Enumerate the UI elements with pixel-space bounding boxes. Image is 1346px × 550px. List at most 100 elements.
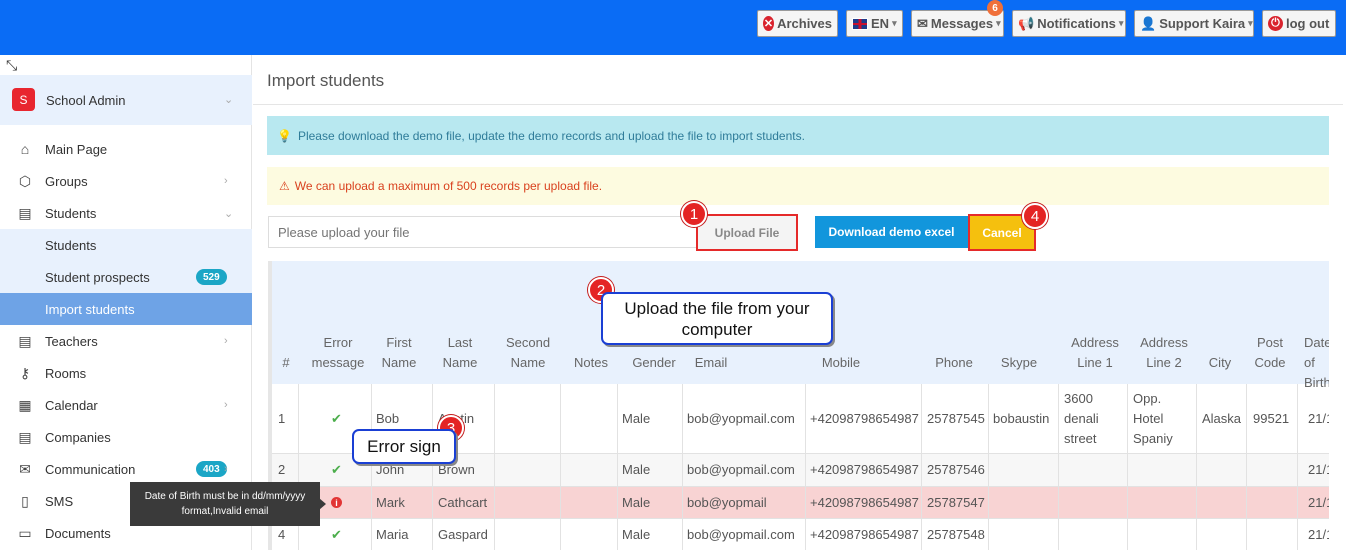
sidebar: ⤡ S School Admin ⌄ ⌂ Main Page ⬡ Groups … xyxy=(0,55,252,550)
column-divider xyxy=(371,384,372,550)
column-divider xyxy=(432,384,433,550)
cube-icon: ⬡ xyxy=(18,172,32,189)
download-demo-button[interactable]: Download demo excel xyxy=(815,216,968,248)
column-divider xyxy=(805,384,806,550)
envelope-icon: ✉ xyxy=(19,460,31,477)
sidebar-item-label: Rooms xyxy=(45,365,87,381)
sidebar-item-groups[interactable]: ⬡ Groups › xyxy=(0,165,252,197)
column-divider xyxy=(617,384,618,550)
mobile: +42098798654987 xyxy=(810,527,919,542)
id-card-icon: ▤ xyxy=(18,332,32,349)
gender: Male xyxy=(622,462,651,477)
sidebar-item-communication[interactable]: ✉ Communication 403 › xyxy=(0,453,252,485)
error-cell[interactable]: i xyxy=(331,497,342,508)
sidebar-item-students[interactable]: ▤ Students ⌄ xyxy=(0,197,252,229)
chevron-right-icon: › xyxy=(224,463,228,475)
row-number: 4 xyxy=(278,527,286,542)
email: bob@yopmail xyxy=(687,495,767,510)
phone: 25787547 xyxy=(927,495,985,510)
last-name: Gaspard xyxy=(438,527,488,542)
chevron-down-icon: ▾ xyxy=(892,18,897,28)
logout-button[interactable]: ⏻ log out xyxy=(1262,10,1336,37)
calendar-icon: ▦ xyxy=(18,396,32,413)
table-row-error[interactable]: 3 i Mark Cathcart Male bob@yopmail +4209… xyxy=(272,487,1329,519)
col-header: Skype xyxy=(1000,355,1038,370)
count-badge: 403 xyxy=(196,461,227,477)
chevron-down-icon: ▾ xyxy=(1248,18,1253,28)
support-label: Support Kaira xyxy=(1159,16,1246,31)
sidebar-item-label: Calendar xyxy=(45,397,98,413)
sidebar-item-rooms[interactable]: ⚷ Rooms xyxy=(0,357,252,389)
home-icon: ⌂ xyxy=(20,141,30,157)
col-header: Gender xyxy=(632,355,676,370)
email: bob@yopmail.com xyxy=(687,411,795,426)
upload-file-button[interactable]: Upload File xyxy=(696,214,798,251)
folder-icon: ▭ xyxy=(18,524,32,541)
col-header: First Name xyxy=(381,335,417,370)
envelope-icon: ✉ xyxy=(917,15,928,31)
check-icon: ✔ xyxy=(331,527,342,542)
collapse-icon[interactable]: ⤡ xyxy=(6,57,17,74)
mobile: +42098798654987 xyxy=(810,462,919,477)
sidebar-item-label: Documents xyxy=(45,525,111,541)
sidebar-item-calendar[interactable]: ▦ Calendar › xyxy=(0,389,252,421)
sidebar-item-label: Students xyxy=(45,205,97,221)
col-header: Address Line 2 xyxy=(1140,335,1188,370)
messages-label: Messages xyxy=(930,16,994,31)
email: bob@yopmail.com xyxy=(687,527,795,542)
sidebar-item-companies[interactable]: ▤ Companies xyxy=(0,421,252,453)
col-header: # xyxy=(282,355,290,370)
sidebar-item-main-page[interactable]: ⌂ Main Page xyxy=(0,133,252,165)
column-divider xyxy=(1058,384,1059,550)
tooltip-arrow xyxy=(319,498,326,510)
logout-label: log out xyxy=(1286,16,1330,31)
support-dropdown[interactable]: 👤 Support Kaira ▾ xyxy=(1134,10,1254,37)
mobile: +42098798654987 xyxy=(810,495,919,510)
phone: 25787546 xyxy=(927,462,985,477)
warning-icon: ⚠ xyxy=(279,179,290,193)
chevron-down-icon: ⌄ xyxy=(224,207,234,220)
power-icon: ⏻ xyxy=(1268,16,1283,31)
email: bob@yopmail.com xyxy=(687,462,795,477)
warning-alert: ⚠ We can upload a maximum of 500 records… xyxy=(267,167,1329,205)
column-divider xyxy=(560,384,561,550)
column-divider xyxy=(921,384,922,550)
date-of-birth: 21/12 xyxy=(1308,527,1329,542)
language-dropdown[interactable]: EN ▾ xyxy=(846,10,903,37)
sidebar-item-label: Teachers xyxy=(45,333,98,349)
gender: Male xyxy=(622,411,651,426)
notifications-label: Notifications xyxy=(1037,16,1116,31)
sidebar-subitem-students[interactable]: Students xyxy=(0,229,252,261)
gender: Male xyxy=(622,527,651,542)
first-name: Mark xyxy=(376,495,405,510)
phone: 25787548 xyxy=(927,527,985,542)
last-name: Cathcart xyxy=(438,495,488,510)
sidebar-item-label: Communication xyxy=(45,461,136,477)
table-row[interactable]: 4 ✔ Maria Gaspard Male bob@yopmail.com +… xyxy=(272,519,1329,550)
error-icon[interactable]: i xyxy=(331,497,342,508)
user-menu[interactable]: S School Admin ⌄ xyxy=(0,75,252,125)
phone: 25787545 xyxy=(927,411,985,426)
chevron-right-icon: › xyxy=(224,399,228,411)
id-card-icon: ▤ xyxy=(18,428,32,445)
avatar: S xyxy=(12,88,35,111)
archives-button[interactable]: ✕ Archives xyxy=(757,10,838,37)
upload-callout: Upload the file from your computer xyxy=(601,292,833,345)
col-header: Phone xyxy=(935,355,973,370)
sidebar-item-label: Import students xyxy=(45,301,135,317)
file-path-input[interactable] xyxy=(268,216,698,248)
error-callout: Error sign xyxy=(352,429,456,464)
sidebar-item-label: Groups xyxy=(45,173,88,189)
sidebar-subitem-import-students[interactable]: Import students xyxy=(0,293,252,325)
chevron-right-icon: › xyxy=(224,335,228,347)
sidebar-item-label: Main Page xyxy=(45,141,108,157)
col-header: Notes xyxy=(574,355,608,370)
column-divider xyxy=(1196,384,1197,550)
row-number: 2 xyxy=(278,462,286,477)
post-code: 99521 xyxy=(1253,411,1290,426)
sidebar-item-teachers[interactable]: ▤ Teachers › xyxy=(0,325,252,357)
uk-flag-icon xyxy=(852,17,868,30)
sidebar-subitem-student-prospects[interactable]: Student prospects 529 xyxy=(0,261,252,293)
notifications-dropdown[interactable]: 📢 Notifications ▾ xyxy=(1012,10,1126,37)
user-name: School Admin xyxy=(46,93,126,108)
